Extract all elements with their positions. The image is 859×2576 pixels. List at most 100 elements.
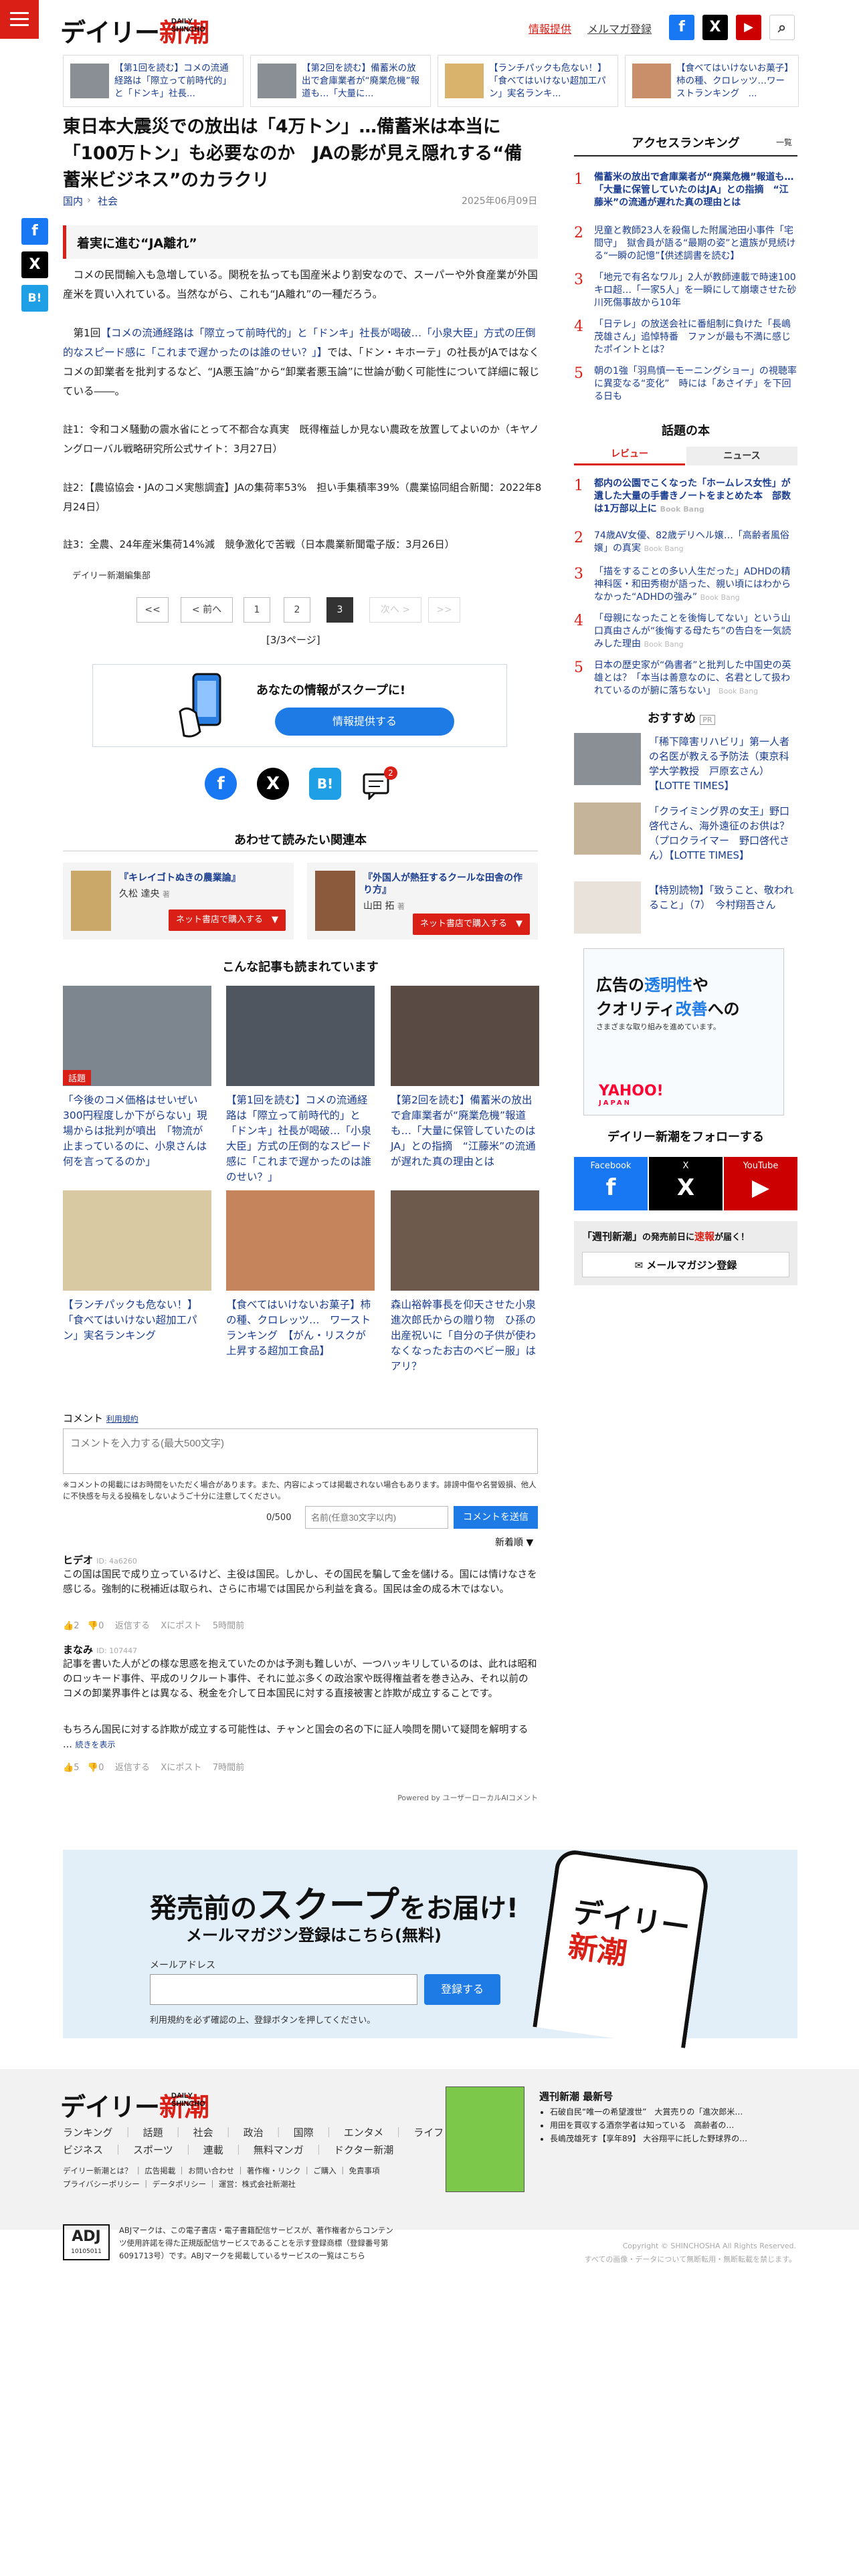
x-post-link[interactable]: Xにポスト	[161, 1621, 201, 1631]
related-book-card[interactable]: 『外国人が熱狂するクールな田舎の作り方』 山田 拓 著 ネット書店で購入する ▼	[307, 863, 538, 940]
footer-logo[interactable]: デイリー新潮 DAILY SHINCHO	[60, 2086, 221, 2122]
dislike-icon[interactable]: 👎	[88, 1763, 98, 1773]
info-provide-link[interactable]: 情報提供	[529, 20, 571, 36]
footer-link[interactable]: スポーツ	[133, 2144, 173, 2156]
recommend-item[interactable]: 「稀下障害リハビリ」第一人者の名医が教える予防法（東京科学大学教授 戸原玄さん）…	[574, 733, 797, 794]
breadcrumb-society[interactable]: 社会	[98, 194, 118, 208]
x-icon[interactable]: X	[702, 15, 728, 40]
hatena-share-icon[interactable]: B!	[309, 768, 341, 800]
footer-links-3[interactable]: デイリー新潮とは？ ｜ 広告掲載 ｜ お問い合わせ ｜ 著作権・リンク ｜ ご購…	[63, 2165, 380, 2176]
search-icon[interactable]: ⌕	[769, 15, 795, 40]
follow-x[interactable]: XX	[649, 1157, 723, 1210]
book-ranking-item[interactable]: 2 74歳AV女優、82歳デリヘル嬢…「高齢者風俗嬢」の真実 Book Bang	[574, 530, 797, 556]
footer-link[interactable]: 連載	[203, 2144, 223, 2156]
pagination-first[interactable]: <<	[136, 597, 169, 623]
like-icon[interactable]: 👍	[63, 1621, 74, 1631]
buy-book-button[interactable]: ネット書店で購入する ▼	[413, 914, 530, 935]
pickup-item[interactable]: 【ランチパックも危ない！】「食べてはいけない超加工パン」実名ランキ...	[438, 55, 618, 107]
footer-link[interactable]: 社会	[193, 2127, 213, 2139]
facebook-share-icon[interactable]: f	[21, 218, 48, 245]
follow-youtube[interactable]: YouTube ▶	[724, 1157, 797, 1210]
rank-number: 5	[574, 659, 583, 676]
facebook-icon[interactable]: f	[669, 15, 694, 40]
youtube-icon[interactable]: ▶	[736, 15, 761, 40]
dislike-icon[interactable]: 👎	[88, 1621, 98, 1631]
tab-review[interactable]: レビュー	[574, 447, 685, 465]
book-ranking-item[interactable]: 4 「母親になったことを後悔してない」という山口真由さんが“後悔する母たち”の告白…	[574, 613, 797, 653]
article-card[interactable]: 話題 「今後のコメ価格はせいぜい300円程度しか下がらない」現場からは批判が噴出…	[63, 986, 211, 1170]
sort-dropdown[interactable]: 新着順 ▼	[495, 1535, 533, 1549]
ranking-more-link[interactable]: 一覧	[776, 136, 792, 148]
pickup-item[interactable]: 【第1回を読む】コメの流通経路は「際立って前時代的」と「ドンキ」社長...	[63, 55, 244, 107]
ranking-item[interactable]: 3 「地元で有名なワル」2人が教師連載で時速100キロ超…「一家5人」を一瞬にして…	[574, 272, 797, 309]
comment-body: もちろん国民に対する詐欺が成立する可能性は、チャンと国会の名の下に証人喚問を開い…	[63, 1723, 538, 1752]
footer-link[interactable]: エンタメ	[344, 2127, 384, 2139]
recommend-item[interactable]: 【特別読物】「致うこと、敬われること」（7） 今村翔吾さん	[574, 881, 797, 943]
email-input[interactable]	[150, 1974, 417, 2005]
reply-link[interactable]: 返信する	[115, 1763, 150, 1773]
show-more-link[interactable]: 続きを表示	[75, 1740, 115, 1749]
tab-news[interactable]: ニュース	[686, 447, 797, 465]
ranking-item[interactable]: 5 朝の1強「羽鳥慎一モーニングショー」の視聴率に異変なる“変化” 時には「あさイ…	[574, 365, 797, 403]
ranking-item[interactable]: 4 「日テレ」の放送会社に番組制に負けた「長嶋茂雄さん」追悼特番 ファンが最も不満…	[574, 318, 797, 356]
book-ranking-item[interactable]: 5 日本の歴史家が“偽書者”と批判した中国史の英雄とは？「本当は善意なのに、名君と…	[574, 659, 797, 700]
pickup-item[interactable]: 【食べてはいけないお菓子】柿の種、クロレッツ…ワーストランキング ...	[625, 55, 799, 107]
site-logo[interactable]: デイリー新潮 DAILY SHINCHO	[60, 12, 221, 47]
footer-links-1[interactable]: ランキング ｜ 話題 ｜ 社会 ｜ 政治 ｜ 国際 ｜ エンタメ ｜ ライフ	[63, 2125, 444, 2139]
pickup-item[interactable]: 【第2回を読む】備蓄米の放出で倉庫業者が“廃業危機”報道も…「大量に...	[250, 55, 431, 107]
newsletter-link[interactable]: メルマガ登録	[587, 20, 652, 36]
weekly-item[interactable]: 長嶋茂雄死す【享年89】 大谷翔平に託した野球界の…	[550, 2132, 791, 2145]
terms-link[interactable]: 利用規約	[106, 1414, 138, 1424]
comment-body: この国は国民で成り立っているけど、主役は国民。しかし、その国民を騙して金を儲ける…	[63, 1570, 537, 1595]
recommend-item[interactable]: 「クライミング界の女王」野口啓代さん、海外遠征のお供は？（プロクライマー 野口啓…	[574, 802, 797, 864]
hatena-share-icon[interactable]: B!	[21, 285, 48, 312]
footer-link[interactable]: 国際	[294, 2127, 314, 2139]
pickup-text: 【第1回を読む】コメの流通経路は「際立って前時代的」と「ドンキ」社長...	[114, 63, 231, 99]
footer-link[interactable]: 政治	[244, 2127, 264, 2139]
x-share-icon[interactable]: X	[21, 251, 48, 278]
x-post-link[interactable]: Xにポスト	[161, 1763, 201, 1773]
article-card[interactable]: 森山裕幹事長を仰天させた小泉進次郎氏からの贈り物 ひ孫の出産祝いに「自分の子供が…	[391, 1190, 539, 1374]
article-card-image	[226, 1190, 375, 1291]
footer-link[interactable]: 無料マンガ	[254, 2144, 304, 2156]
ranking-item[interactable]: 2 児童と教師23人を殺傷した附属池田小事件「宅間守」 獄舎員が語る“最期の姿”と…	[574, 225, 797, 269]
comment-share-icon[interactable]: 2	[361, 766, 397, 801]
subscribe-button[interactable]: 登録する	[424, 1974, 500, 2005]
breadcrumb-domestic[interactable]: 国内	[63, 194, 83, 208]
buy-book-button[interactable]: ネット書店で購入する ▼	[169, 909, 286, 931]
facebook-share-icon[interactable]: f	[205, 768, 237, 800]
book-ranking-item[interactable]: 3 「描をすることの多い人生だった」ADHDの精神科医・和田秀樹が語った、親い頃に…	[574, 566, 797, 606]
weekly-item[interactable]: 用田を買収する酒奈学者は知っている 高齢者の…	[550, 2119, 791, 2132]
ranking-item[interactable]: 1 備蓄米の放出で倉庫業者が“廃業危機”報道も…「大量に保管していたのはJA」との…	[574, 171, 797, 215]
weekly-item[interactable]: 石破自民“唯一の希望渡世” 大賞売りの「進次郎米…	[550, 2105, 791, 2119]
weekly-cover[interactable]	[446, 2086, 524, 2192]
mail-register-button[interactable]: ✉ メールマガジン登録	[582, 1252, 789, 1277]
article-card[interactable]: 【第1回を読む】コメの流通経路は「際立って前時代的」と「ドンキ」社長が喝破…「小…	[226, 986, 375, 1185]
pagination-page-2[interactable]: 2	[284, 597, 310, 623]
comment-submit-button[interactable]: コメントを送信	[454, 1506, 538, 1529]
menu-button[interactable]	[0, 0, 39, 39]
x-share-icon[interactable]: X	[257, 768, 289, 800]
like-icon[interactable]: 👍	[63, 1763, 74, 1773]
book-ranking-item[interactable]: 1 都内の公園でこくなった「ホームレス女性」が遺した大量の手書きノートをまとめた本…	[574, 477, 797, 524]
pagination-prev[interactable]: < 前へ	[181, 597, 233, 623]
article-card[interactable]: 【ランチパックも危ない！】「食べてはいけない超加工パン」実名ランキング	[63, 1190, 211, 1344]
comment-input[interactable]	[63, 1428, 538, 1474]
footer-links-4[interactable]: プライバシーポリシー ｜ データポリシー ｜ 運営：株式会社新潮社	[63, 2179, 296, 2189]
footer-link[interactable]: ライフ	[413, 2127, 444, 2139]
footer-links-2[interactable]: ビジネス ｜ スポーツ ｜ 連載 ｜ 無料マンガ ｜ ドクター新潮	[63, 2143, 393, 2157]
footnote-3: 註3：全農、24年産米集荷14%減 競争激化で苦戦（日本農業新聞電子版：3月26…	[63, 538, 455, 550]
footer-link[interactable]: ビジネス	[63, 2144, 103, 2156]
ad-banner[interactable]: 広告の透明性や クオリティ改善への さまざまな取り組みを進めています。 YAHO…	[583, 948, 784, 1115]
scoop-button[interactable]: 情報提供する	[275, 708, 454, 736]
related-book-card[interactable]: 『キレイゴトぬきの農業論』 久松 達央 著 ネット書店で購入する ▼	[63, 863, 294, 940]
footer-link[interactable]: ドクター新潮	[334, 2144, 393, 2156]
reply-link[interactable]: 返信する	[115, 1621, 150, 1631]
article-card[interactable]: 【食べてはいけないお菓子】柿の種、クロレッツ… ワーストランキング 【がん・リス…	[226, 1190, 375, 1359]
footer-link[interactable]: 話題	[143, 2127, 163, 2139]
pagination-page-1[interactable]: 1	[244, 597, 270, 623]
follow-facebook[interactable]: Facebook f	[574, 1157, 648, 1210]
article-card[interactable]: 【第2回を読む】備蓄米の放出で倉庫業者が“廃業危機”報道も…「大量に保管していた…	[391, 986, 539, 1170]
footer-link[interactable]: ランキング	[63, 2127, 113, 2139]
name-input[interactable]	[305, 1506, 448, 1529]
